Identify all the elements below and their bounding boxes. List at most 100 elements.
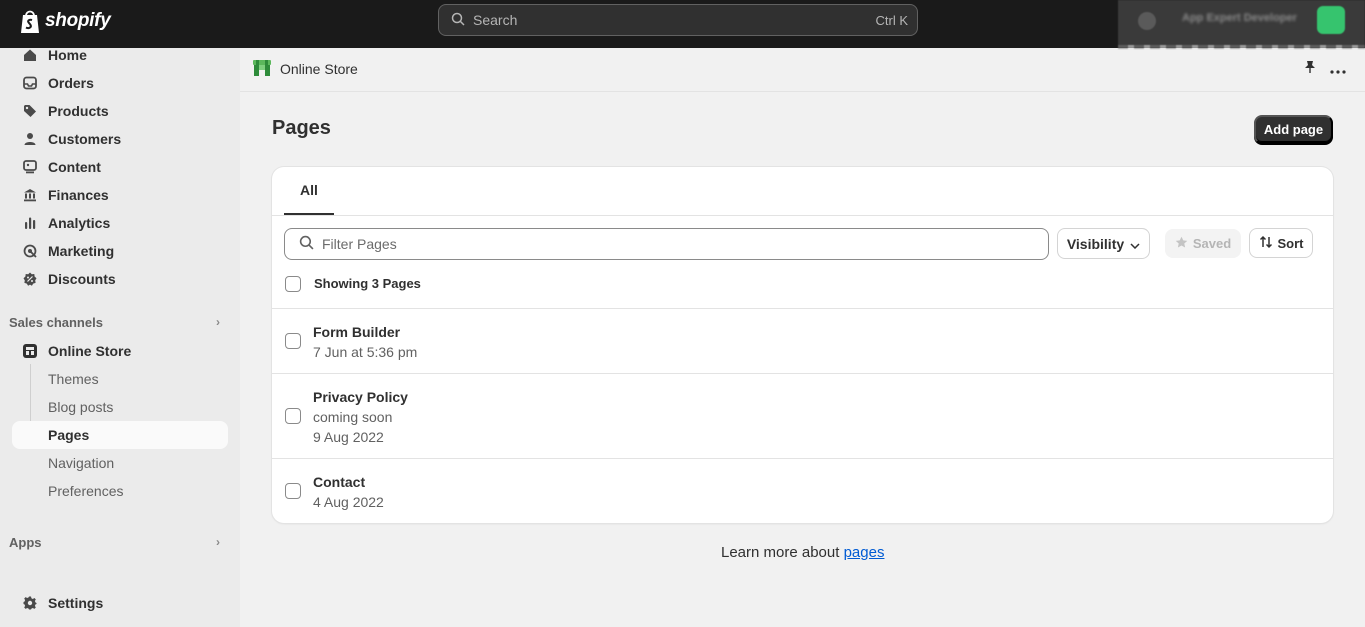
sidebar-item-blog-posts[interactable]: Blog posts — [12, 394, 228, 420]
visibility-filter-button[interactable]: Visibility — [1057, 228, 1150, 259]
sidebar-item-themes[interactable]: Themes — [12, 366, 228, 392]
page-title: Pages — [272, 117, 331, 139]
chevron-right-icon: › — [216, 535, 220, 549]
home-icon — [22, 47, 38, 63]
bank-icon — [22, 187, 38, 203]
tag-icon — [22, 103, 38, 119]
sidebar-item-orders[interactable]: Orders — [12, 70, 228, 96]
sidebar-item-label: Themes — [48, 371, 99, 387]
search-placeholder: Search — [473, 12, 518, 28]
sidebar-item-settings[interactable]: Settings — [12, 590, 228, 616]
sidebar-item-label: Navigation — [48, 455, 115, 471]
tab-all[interactable]: All — [284, 167, 334, 215]
page-title-cell[interactable]: Form Builder — [313, 324, 400, 340]
sidebar-item-label: Customers — [48, 131, 122, 147]
page-title-cell[interactable]: Privacy Policy — [313, 389, 408, 405]
table-row[interactable]: Form Builder 7 Jun at 5:36 pm — [272, 309, 1333, 373]
person-icon — [22, 131, 38, 147]
sales-channels-label: Sales channels — [9, 314, 103, 330]
sidebar-item-label: Preferences — [48, 483, 124, 499]
header-actions — [1304, 60, 1346, 77]
sidebar-item-label: Products — [48, 103, 109, 119]
sidebar-item-marketing[interactable]: Marketing — [12, 238, 228, 264]
select-all-checkbox[interactable] — [285, 276, 301, 292]
sidebar-item-finances[interactable]: Finances — [12, 182, 228, 208]
sidebar-item-pages[interactable]: Pages — [12, 421, 228, 449]
learn-more: Learn more about pages — [721, 544, 884, 561]
row-checkbox[interactable] — [285, 408, 301, 424]
table-row[interactable]: Contact 4 Aug 2022 — [272, 459, 1333, 523]
learn-more-text: Learn more about — [721, 544, 840, 561]
saved-button[interactable]: Saved — [1165, 229, 1241, 258]
row-checkbox[interactable] — [285, 483, 301, 499]
sidebar-item-label: Content — [48, 159, 101, 175]
chevron-down-icon — [1130, 236, 1140, 252]
apps-header[interactable]: Apps › — [9, 532, 228, 552]
table-row[interactable]: Privacy Policy coming soon 9 Aug 2022 — [272, 374, 1333, 458]
account-name: App Expert Developer — [1182, 12, 1297, 24]
online-store-icon — [252, 58, 272, 81]
pin-icon[interactable] — [1304, 60, 1316, 77]
sidebar-item-home[interactable]: Home — [12, 42, 228, 68]
apps-label: Apps — [9, 534, 42, 550]
more-actions-icon[interactable] — [1330, 61, 1346, 77]
breadcrumb-label: Online Store — [280, 61, 358, 77]
learn-more-link[interactable]: pages — [844, 544, 885, 561]
sales-channels-header[interactable]: Sales channels › — [9, 312, 228, 332]
sidebar-item-label: Discounts — [48, 271, 116, 287]
sidebar-item-label: Online Store — [48, 343, 132, 359]
top-bar: shopify Search Ctrl K App Expert Develop… — [0, 0, 1365, 49]
global-search[interactable]: Search Ctrl K — [438, 4, 918, 36]
search-icon — [299, 235, 314, 253]
sidebar-item-label: Blog posts — [48, 399, 114, 415]
sidebar-item-online-store[interactable]: Online Store — [12, 338, 228, 364]
sidebar-item-label: Home — [48, 47, 87, 63]
store-icon — [22, 343, 38, 359]
sidebar-item-content[interactable]: Content — [12, 154, 228, 180]
sidebar-item-label: Finances — [48, 187, 109, 203]
notification-bell-icon[interactable] — [1138, 12, 1156, 30]
account-menu[interactable]: App Expert Developer — [1118, 0, 1365, 49]
filter-pages-input[interactable]: Filter Pages — [284, 228, 1049, 260]
image-icon — [22, 159, 38, 175]
search-shortcut: Ctrl K — [875, 12, 909, 28]
page-date: 4 Aug 2022 — [313, 494, 384, 510]
target-icon — [22, 243, 38, 259]
tab-divider — [272, 215, 1333, 216]
avatar — [1317, 6, 1345, 34]
sidebar-item-label: Orders — [48, 75, 94, 91]
shopify-logo[interactable]: shopify — [19, 7, 111, 35]
header-divider — [240, 91, 1365, 92]
sidebar-item-discounts[interactable]: Discounts — [12, 266, 228, 292]
sidebar: Home Orders Products Customers Content F… — [0, 47, 240, 627]
shopify-bag-icon — [19, 8, 41, 34]
sidebar-item-label: Settings — [48, 595, 104, 611]
sidebar-item-preferences[interactable]: Preferences — [12, 478, 228, 504]
showing-count: Showing 3 Pages — [314, 276, 421, 291]
add-page-button[interactable]: Add page — [1254, 115, 1333, 144]
filter-placeholder: Filter Pages — [322, 236, 397, 252]
page-date: 9 Aug 2022 — [313, 429, 384, 445]
sidebar-item-label: Analytics — [48, 215, 111, 231]
visibility-label: Visibility — [1066, 235, 1125, 252]
page-title-cell[interactable]: Contact — [313, 474, 365, 490]
blur-edge — [1118, 45, 1365, 49]
sort-label: Sort — [1277, 235, 1304, 251]
row-checkbox[interactable] — [285, 333, 301, 349]
sort-arrows-icon — [1259, 235, 1273, 252]
breadcrumb[interactable]: Online Store — [252, 58, 358, 80]
sidebar-item-navigation[interactable]: Navigation — [12, 450, 228, 476]
sidebar-item-customers[interactable]: Customers — [12, 126, 228, 152]
gear-icon — [22, 595, 38, 611]
page-status: coming soon — [313, 409, 393, 425]
bar-chart-icon — [22, 215, 38, 231]
sort-button[interactable]: Sort — [1249, 228, 1313, 258]
sidebar-item-analytics[interactable]: Analytics — [12, 210, 228, 236]
saved-label: Saved — [1192, 236, 1232, 251]
pages-card: All Filter Pages Visibility Saved Sort S… — [272, 167, 1333, 523]
search-icon — [451, 12, 465, 29]
brand-name: shopify — [45, 10, 111, 31]
chevron-right-icon: › — [216, 315, 220, 329]
page-date: 7 Jun at 5:36 pm — [313, 344, 418, 360]
sidebar-item-products[interactable]: Products — [12, 98, 228, 124]
